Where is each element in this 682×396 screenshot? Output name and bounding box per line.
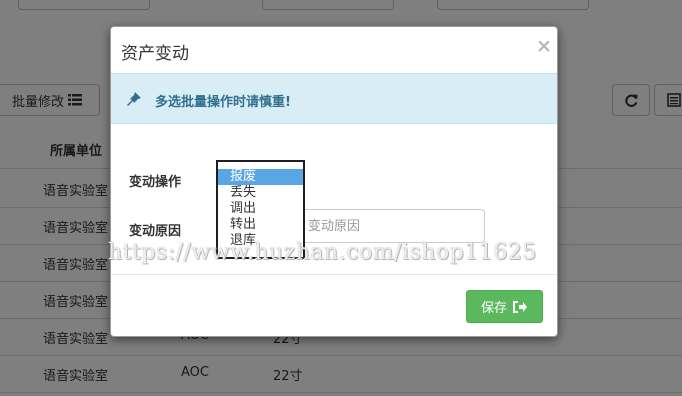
save-button[interactable]: 保存 xyxy=(466,290,543,323)
pin-icon xyxy=(127,92,141,106)
close-icon[interactable]: × xyxy=(536,35,552,57)
option-move-out[interactable]: 转出 xyxy=(218,217,303,233)
modal-title: 资产变动 xyxy=(121,44,189,64)
modal-footer-divider xyxy=(111,274,557,275)
option-return[interactable]: 退库 xyxy=(218,233,303,249)
option-transfer-out[interactable]: 调出 xyxy=(218,201,303,217)
operation-label: 变动操作 xyxy=(129,175,182,190)
alert-message: 多选批量操作时请慎重! xyxy=(155,95,291,110)
modal-header: 资产变动 × xyxy=(111,27,557,74)
option-lost[interactable]: 丢失 xyxy=(218,185,303,201)
operation-select-list[interactable]: 报废 丢失 调出 转出 退库 xyxy=(216,160,305,259)
save-arrow-icon xyxy=(513,300,527,313)
reason-label: 变动原因 xyxy=(129,224,182,239)
reason-input[interactable] xyxy=(297,209,485,243)
option-scrap[interactable]: 报废 xyxy=(218,169,303,185)
warning-alert: 多选批量操作时请慎重! xyxy=(111,73,557,124)
asset-change-modal: 资产变动 × 多选批量操作时请慎重! 变动操作 变动原因 保存 报废 丢失 调出… xyxy=(110,26,558,337)
save-label: 保存 xyxy=(480,301,507,316)
